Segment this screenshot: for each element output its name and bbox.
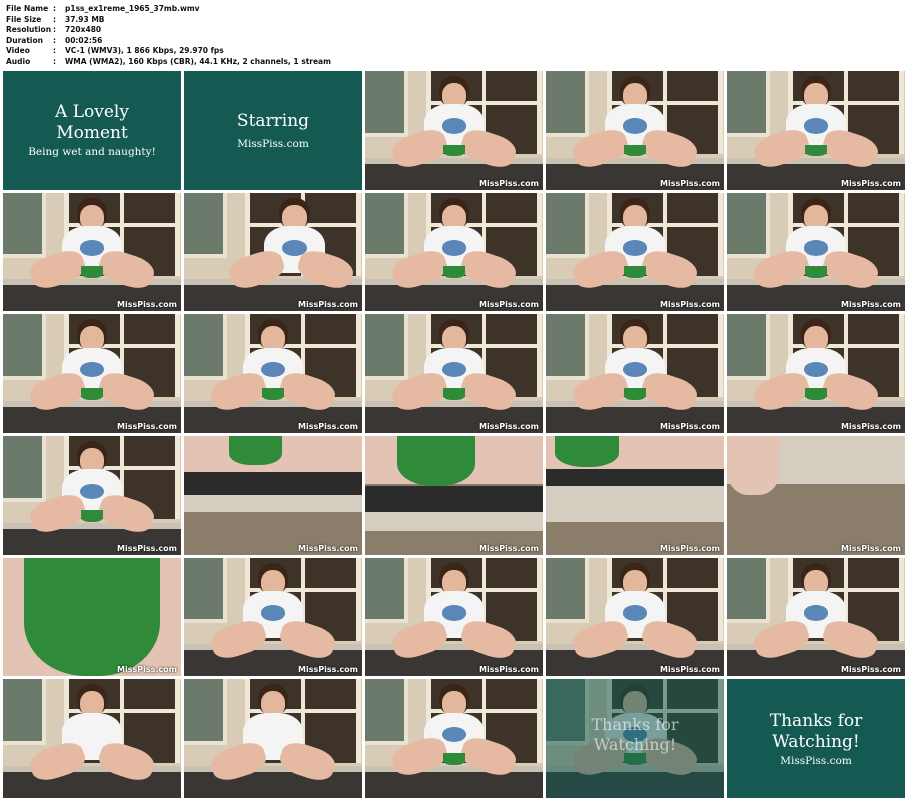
video-frame-closeup: MissPiss.com — [546, 436, 724, 555]
title-card-intro: A Lovely Moment Being wet and naughty! — [3, 71, 181, 190]
watermark: MissPiss.com — [479, 422, 539, 432]
watermark: MissPiss.com — [298, 422, 358, 432]
video-frame — [365, 679, 543, 799]
video-frame-fade: Thanks for Watching! — [546, 679, 724, 799]
video-frame: MissPiss.com — [546, 314, 724, 434]
watermark: MissPiss.com — [117, 543, 177, 553]
video-frame: MissPiss.com — [3, 192, 181, 312]
meta-row-audio: Audio: WMA (WMA2), 160 Kbps (CBR), 44.1 K… — [6, 56, 331, 66]
video-frame: MissPiss.com — [727, 557, 905, 677]
watermark: MissPiss.com — [841, 422, 901, 432]
fade-text: Thanks for Watching! — [591, 715, 679, 755]
watermark: MissPiss.com — [660, 300, 720, 310]
video-frame-closeup: MissPiss.com — [365, 436, 543, 555]
watermark: MissPiss.com — [660, 422, 720, 432]
meta-row-resolution: Resolution:720x480 — [6, 25, 102, 35]
meta-row-filesize: File Size:37.93 MB — [6, 14, 105, 24]
meta-row-video: Video: VC-1 (WMV3), 1 866 Kbps, 29.970 fp… — [6, 46, 224, 56]
watermark: MissPiss.com — [298, 665, 358, 675]
title-card-starring: Starring MissPiss.com — [184, 71, 362, 190]
video-frame: MissPiss.com — [365, 557, 543, 677]
video-frame: MissPiss.com — [365, 314, 543, 434]
watermark: MissPiss.com — [660, 178, 720, 188]
video-frame: MissPiss.com — [3, 314, 181, 434]
video-frame: MissPiss.com — [184, 192, 362, 312]
watermark: MissPiss.com — [479, 178, 539, 188]
watermark: MissPiss.com — [660, 665, 720, 675]
video-frame-closeup: MissPiss.com — [3, 557, 181, 677]
video-frame: MissPiss.com — [184, 557, 362, 677]
file-info: File Name: p1ss_ex1reme_1965_37mb.wmv Fil… — [6, 4, 331, 68]
video-frame: MissPiss.com — [727, 71, 905, 190]
watermark: MissPiss.com — [117, 665, 177, 675]
video-frame: MissPiss.com — [546, 557, 724, 677]
thumbnail-grid: A Lovely Moment Being wet and naughty! S… — [3, 71, 909, 799]
video-frame-closeup: MissPiss.com — [727, 436, 905, 555]
video-frame: MissPiss.com — [3, 436, 181, 555]
video-frame: MissPiss.com — [365, 71, 543, 190]
video-frame: MissPiss.com — [727, 314, 905, 434]
watermark: MissPiss.com — [117, 300, 177, 310]
video-frame: MissPiss.com — [727, 192, 905, 312]
watermark: MissPiss.com — [841, 665, 901, 675]
watermark: MissPiss.com — [479, 665, 539, 675]
watermark: MissPiss.com — [117, 422, 177, 432]
watermark: MissPiss.com — [479, 300, 539, 310]
video-frame: MissPiss.com — [546, 71, 724, 190]
watermark: MissPiss.com — [841, 300, 901, 310]
watermark: MissPiss.com — [841, 178, 901, 188]
watermark: MissPiss.com — [479, 543, 539, 553]
video-frame — [184, 679, 362, 799]
title-card-outro: Thanks for Watching! MissPiss.com — [727, 679, 905, 799]
watermark: MissPiss.com — [298, 543, 358, 553]
watermark: MissPiss.com — [660, 543, 720, 553]
watermark: MissPiss.com — [298, 300, 358, 310]
video-frame-closeup: MissPiss.com — [184, 436, 362, 555]
meta-row-duration: Duration:00:02:56 — [6, 35, 103, 45]
video-frame: MissPiss.com — [365, 192, 543, 312]
meta-row-filename: File Name: p1ss_ex1reme_1965_37mb.wmv — [6, 4, 200, 13]
video-frame: MissPiss.com — [546, 192, 724, 312]
video-frame — [3, 679, 181, 799]
video-frame: MissPiss.com — [184, 314, 362, 434]
watermark: MissPiss.com — [841, 543, 901, 553]
